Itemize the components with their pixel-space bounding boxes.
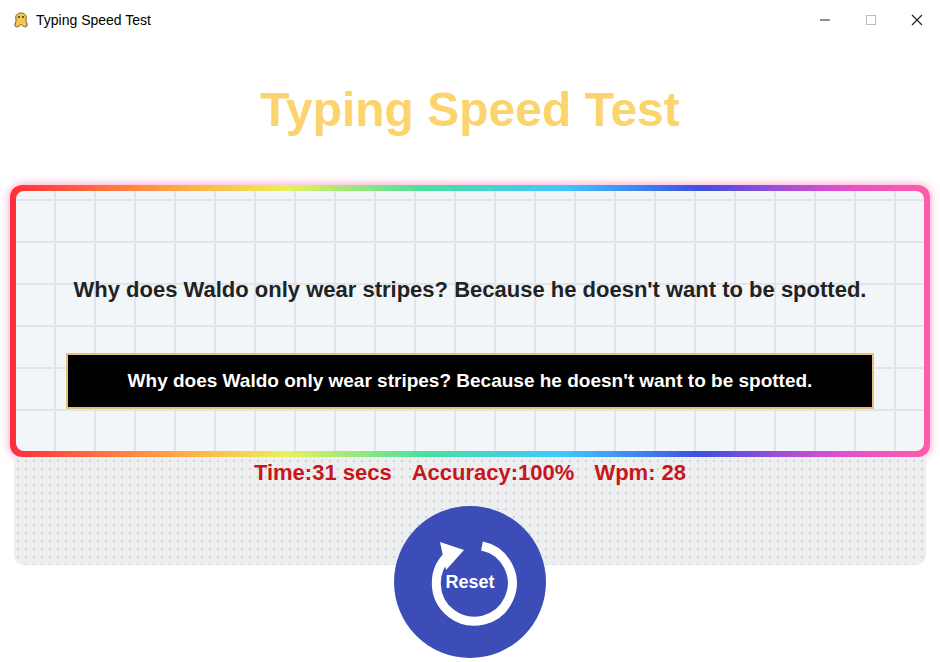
results-bar: Time:31 secs Accuracy:100% Wpm: 28 <box>254 458 686 488</box>
game-area: Typing Speed Test Why does Waldo only wea… <box>0 40 940 662</box>
pygame-icon <box>12 11 30 29</box>
app-window: Typing Speed Test Typing Speed Test Why do… <box>0 0 940 662</box>
minimize-icon <box>819 14 831 26</box>
result-stat: Time:31 secs <box>254 458 392 488</box>
minimize-button[interactable] <box>802 0 848 40</box>
reset-label: Reset <box>443 572 496 593</box>
window-title: Typing Speed Test <box>36 12 151 28</box>
result-stat: Wpm: 28 <box>594 458 686 488</box>
title-bar: Typing Speed Test <box>0 0 940 40</box>
typing-input[interactable]: Why does Waldo only wear stripes? Becaus… <box>66 353 874 409</box>
reset-button[interactable]: Reset <box>394 506 546 658</box>
close-icon <box>911 14 923 26</box>
maximize-button[interactable] <box>848 0 894 40</box>
maximize-icon <box>865 14 877 26</box>
heading: Typing Speed Test <box>260 85 680 135</box>
result-stat: Accuracy:100% <box>412 458 575 488</box>
prompt-sentence: Why does Waldo only wear stripes? Becaus… <box>74 275 867 305</box>
close-button[interactable] <box>894 0 940 40</box>
